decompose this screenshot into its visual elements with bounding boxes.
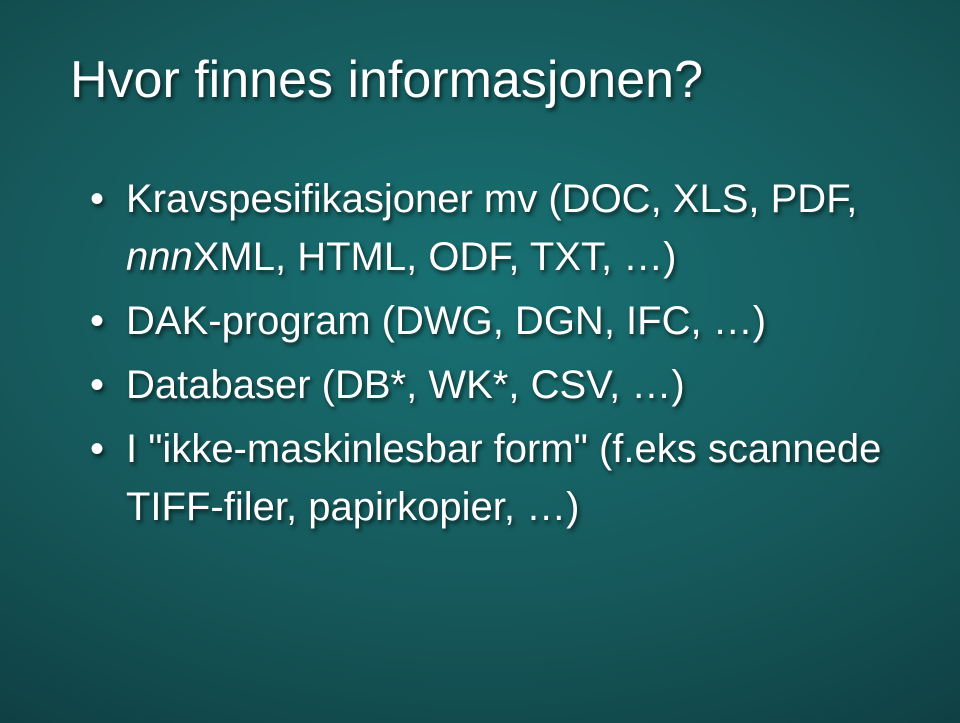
bullet-list: Kravspesifikasjoner mv (DOC, XLS, PDF, n… [90, 170, 900, 536]
bullet-text-prefix: Kravspesifikasjoner mv (DOC, XLS, PDF, [126, 177, 857, 221]
bullet-text: I "ikke-maskinlesbar form" (f.eks scanne… [126, 427, 881, 529]
slide: Hvor finnes informasjonen? Kravspesifika… [0, 0, 960, 582]
bullet-text-suffix: XML, HTML, ODF, TXT, …) [193, 235, 677, 279]
list-item: Kravspesifikasjoner mv (DOC, XLS, PDF, n… [90, 170, 900, 286]
bullet-text-italic: nnn [126, 235, 193, 279]
bullet-text: DAK-program (DWG, DGN, IFC, …) [126, 299, 766, 343]
bullet-text: Databaser (DB*, WK*, CSV, …) [126, 363, 685, 407]
list-item: Databaser (DB*, WK*, CSV, …) [90, 356, 900, 414]
list-item: I "ikke-maskinlesbar form" (f.eks scanne… [90, 420, 900, 536]
slide-title: Hvor finnes informasjonen? [70, 50, 900, 110]
list-item: DAK-program (DWG, DGN, IFC, …) [90, 292, 900, 350]
